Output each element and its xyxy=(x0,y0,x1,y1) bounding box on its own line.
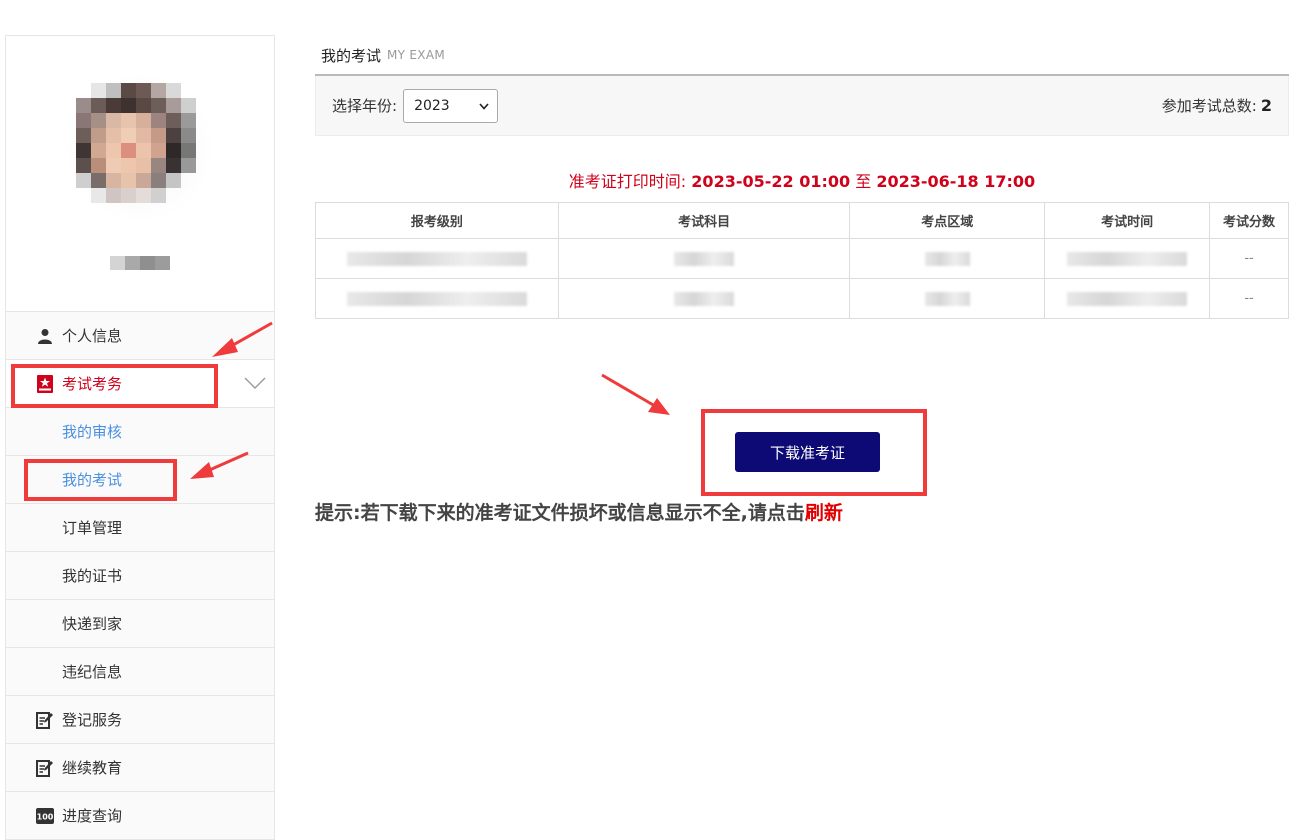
total-exams-value: 2 xyxy=(1260,96,1272,115)
main-content: 我的考试 MY EXAM 选择年份: 2023 参加考试总数: 2 准考证打印时间… xyxy=(315,36,1289,524)
annotation-box-exam-affairs xyxy=(11,364,218,408)
user-icon xyxy=(36,327,54,345)
progress-100-icon: 100 xyxy=(36,807,54,825)
section-header: 我的考试 MY EXAM xyxy=(315,36,1289,76)
page-title-en: MY EXAM xyxy=(387,48,445,62)
redacted-cell xyxy=(315,238,559,279)
svg-text:100: 100 xyxy=(37,812,54,821)
sidebar: 个人信息 考试考务 我的审核 我的考试 订单管理 我的证书 快递到家 违纪信息 xyxy=(5,35,275,840)
avatar[interactable] xyxy=(64,72,214,222)
column-header: 考试分数 xyxy=(1209,202,1289,239)
page-title: 我的考试 xyxy=(321,46,382,65)
submenu-violation-info[interactable]: 违纪信息 xyxy=(6,648,274,696)
tip-message: 提示:若下载下来的准考证文件损坏或信息显示不全,请点击刷新 xyxy=(315,502,843,524)
sidebar-item-progress-query[interactable]: 100 进度查询 xyxy=(6,792,274,840)
total-exams-label: 参加考试总数: xyxy=(1161,97,1257,115)
redacted-cell xyxy=(849,238,1046,279)
edit-icon xyxy=(36,759,54,777)
score-cell: -- xyxy=(1209,238,1289,279)
filter-bar: 选择年份: 2023 参加考试总数: 2 xyxy=(315,76,1289,136)
sidebar-item-registration-service[interactable]: 登记服务 xyxy=(6,696,274,744)
annotation-box-my-exam xyxy=(24,459,177,501)
profile-card xyxy=(6,36,274,312)
column-header: 考点区域 xyxy=(849,202,1046,239)
chevron-down-icon[interactable] xyxy=(244,376,266,394)
redacted-cell xyxy=(849,278,1046,319)
sidebar-item-label: 登记服务 xyxy=(62,711,123,729)
exam-table: 报考级别 考试科目 考点区域 考试时间 考试分数 -- -- xyxy=(315,202,1289,319)
sidebar-item-label: 个人信息 xyxy=(62,327,123,345)
username-blurred xyxy=(110,256,170,270)
submenu-order-management[interactable]: 订单管理 xyxy=(6,504,274,552)
column-header: 考试科目 xyxy=(557,202,851,239)
column-header: 考试时间 xyxy=(1044,202,1211,239)
submenu-my-certificate[interactable]: 我的证书 xyxy=(6,552,274,600)
print-time-notice: 准考证打印时间: 2023-05-22 01:00 至 2023-06-18 1… xyxy=(568,172,1036,191)
edit-icon xyxy=(36,711,54,729)
year-select[interactable]: 2023 xyxy=(403,88,499,123)
sidebar-item-personal-info[interactable]: 个人信息 xyxy=(6,312,274,360)
submenu-express-delivery[interactable]: 快递到家 xyxy=(6,600,274,648)
redacted-cell xyxy=(557,278,851,319)
page: 个人信息 考试考务 我的审核 我的考试 订单管理 我的证书 快递到家 违纪信息 xyxy=(0,0,1302,840)
annotation-box-download xyxy=(701,409,927,496)
redacted-cell xyxy=(557,238,851,279)
table-header-row: 报考级别 考试科目 考点区域 考试时间 考试分数 xyxy=(315,202,1289,239)
table-row: -- xyxy=(315,238,1289,279)
chevron-down-icon xyxy=(479,98,489,114)
submenu-my-review[interactable]: 我的审核 xyxy=(6,408,274,456)
sidebar-item-label: 进度查询 xyxy=(62,807,123,825)
score-cell: -- xyxy=(1209,278,1289,319)
sidebar-item-label: 继续教育 xyxy=(62,759,123,777)
sidebar-item-continuing-education[interactable]: 继续教育 xyxy=(6,744,274,792)
refresh-link[interactable]: 刷新 xyxy=(805,502,843,524)
redacted-cell xyxy=(1044,238,1211,279)
year-label: 选择年份: xyxy=(332,97,398,115)
column-header: 报考级别 xyxy=(315,202,559,239)
redacted-cell xyxy=(315,278,559,319)
redacted-cell xyxy=(1044,278,1211,319)
table-row: -- xyxy=(315,278,1289,319)
